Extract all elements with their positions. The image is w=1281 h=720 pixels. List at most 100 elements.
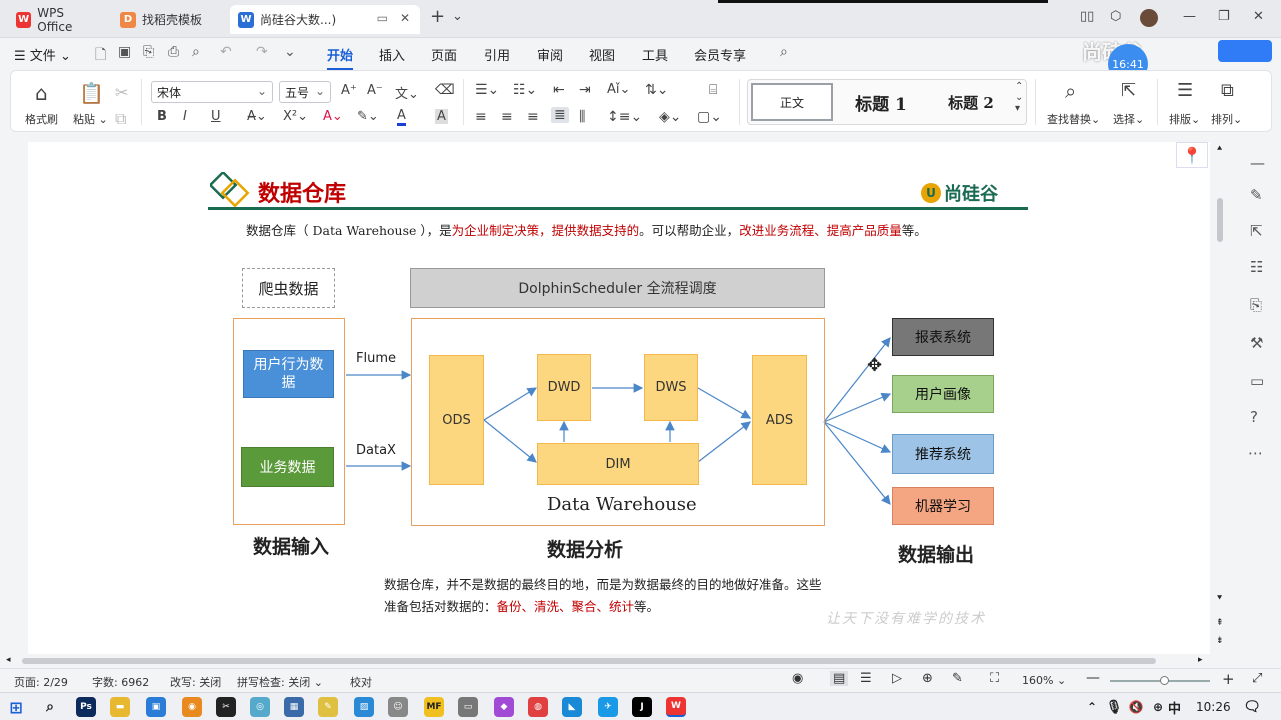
h-scroll-thumb[interactable]	[22, 658, 1156, 664]
blender-icon[interactable]: ◉	[182, 697, 202, 717]
document-page[interactable]: 数据仓库 U 尚硅谷 数据仓库（ Data Warehouse ），是为企业制定…	[28, 142, 1210, 654]
paste-icon[interactable]: 📋	[79, 81, 104, 105]
page-indicator[interactable]: 页面: 2/29	[14, 674, 68, 690]
purple-app-icon[interactable]: ◆	[494, 697, 514, 717]
share-link-icon[interactable]: ⎘	[143, 44, 154, 60]
more-chevron-icon[interactable]: ⌄	[284, 44, 296, 60]
blue-app-icon[interactable]: ◣	[562, 697, 582, 717]
chevron-down-icon[interactable]: ⌄	[452, 9, 463, 24]
page-view-icon[interactable]: ▤	[830, 671, 849, 686]
sliders-icon[interactable]: ☷	[1250, 258, 1263, 276]
scroll-down-icon[interactable]: ⯆	[1216, 594, 1223, 604]
clock[interactable]: 10:26	[1196, 697, 1231, 717]
layout-icon[interactable]: ▯▯	[1080, 9, 1094, 24]
char-shading-icon[interactable]: A	[435, 109, 448, 124]
more-icon[interactable]: ⋯	[1248, 444, 1263, 462]
volume-muted-icon[interactable]: 🔇	[1126, 697, 1146, 717]
fit-screen-icon[interactable]: ⛶	[990, 671, 999, 686]
menu-tools[interactable]: 工具	[642, 45, 668, 64]
style-heading-1[interactable]: 标题 1	[841, 83, 921, 121]
print-icon[interactable]: ⎙	[168, 44, 179, 60]
play-icon[interactable]: ▷	[892, 671, 902, 686]
increase-indent-icon[interactable]: ⇥	[579, 82, 591, 98]
notifications-icon[interactable]: 🗨	[1242, 697, 1262, 717]
image-tool-icon[interactable]: ⎘	[1250, 296, 1262, 314]
superscript-icon[interactable]: X²⌄	[283, 109, 308, 124]
microphone-icon[interactable]: 🎙	[1104, 697, 1124, 717]
page-up-icon[interactable]: ⇞	[1216, 618, 1224, 628]
spell-check[interactable]: 拼写检查: 关闭 ⌄	[237, 674, 323, 690]
chrome-icon[interactable]: ◍	[528, 697, 548, 717]
mf-app-icon[interactable]: MF	[424, 697, 444, 717]
collapse-icon[interactable]: —	[1250, 154, 1265, 172]
tools-icon[interactable]: ⚒	[1250, 334, 1263, 352]
zoom-out-icon[interactable]: —	[1086, 670, 1100, 686]
zoom-level[interactable]: 160% ⌄	[1022, 674, 1066, 687]
fullscreen-icon[interactable]: ⤢	[1252, 671, 1262, 686]
select-button[interactable]: 选择⌄	[1113, 111, 1144, 127]
bullet-list-icon[interactable]: ☰⌄	[475, 82, 499, 98]
wps-taskbar-icon[interactable]: W	[666, 697, 686, 717]
clear-format-icon[interactable]: ⌫	[435, 82, 455, 98]
capcut-icon[interactable]: ✂	[216, 697, 236, 717]
font-name-select[interactable]: 宋体 ⌄	[151, 81, 273, 103]
proofread[interactable]: 校对	[350, 674, 372, 690]
align-right-icon[interactable]: ≡	[527, 109, 539, 125]
highlight-icon[interactable]: ✎⌄	[357, 109, 379, 124]
show-marks-icon[interactable]: ⌸	[709, 82, 717, 98]
print-preview-icon[interactable]: ⌕	[192, 44, 200, 60]
scroll-thumb[interactable]	[1217, 198, 1223, 242]
scroll-left-icon[interactable]: ◂	[6, 655, 11, 665]
photoshop-icon[interactable]: Ps	[76, 697, 96, 717]
word-count[interactable]: 字数: 6962	[92, 674, 149, 690]
find-replace-button[interactable]: 查找替换⌄	[1047, 111, 1100, 127]
tray-chevron-icon[interactable]: ⌃	[1082, 697, 1102, 717]
help-icon[interactable]: ?	[1250, 408, 1258, 426]
find-replace-icon[interactable]: ⌕	[1065, 79, 1076, 103]
close-tab-icon[interactable]: ✕	[400, 11, 410, 25]
menu-member[interactable]: 会员专享	[694, 45, 746, 64]
outline-view-icon[interactable]: ☰	[860, 671, 872, 686]
numbered-list-icon[interactable]: ☷⌄	[513, 82, 537, 98]
network-icon[interactable]: ⊕	[1148, 697, 1168, 717]
shading-icon[interactable]: ◈⌄	[659, 109, 682, 125]
zoom-slider-thumb[interactable]	[1160, 676, 1169, 685]
menu-insert[interactable]: 插入	[379, 45, 405, 64]
app-icon[interactable]: ▣	[146, 697, 166, 717]
justify-icon[interactable]: ≣	[551, 107, 569, 123]
windows-start-icon[interactable]: ⊞	[6, 697, 26, 717]
reader-icon[interactable]: ▭	[1250, 372, 1264, 390]
horizontal-scrollbar[interactable]: ◂ ▸	[0, 654, 1214, 668]
jetbrains-icon[interactable]: J	[632, 697, 652, 717]
overwrite-mode[interactable]: 改写: 关闭	[170, 674, 221, 690]
format-painter-icon[interactable]: ⌂	[35, 81, 48, 105]
restore-icon[interactable]: ❐	[1218, 9, 1230, 24]
search-icon[interactable]: ⌕	[780, 44, 788, 60]
new-doc-icon[interactable]: 🗋	[95, 44, 106, 68]
write-mode-icon[interactable]: ✎	[952, 671, 963, 686]
file-menu[interactable]: ☰ 文件 ⌄	[14, 45, 71, 64]
hook-app-icon[interactable]: ◎	[250, 697, 270, 717]
layout-text-icon[interactable]: ☰	[1177, 80, 1193, 101]
arrange-button[interactable]: 排列⌄	[1211, 111, 1242, 127]
decrease-indent-icon[interactable]: ⇤	[553, 82, 565, 98]
distribute-icon[interactable]: ⫼	[579, 109, 585, 125]
location-pin-icon[interactable]: 📍	[1176, 142, 1208, 168]
format-painter-button[interactable]: 格式刷	[25, 111, 58, 127]
vm-icon[interactable]: ▦	[284, 697, 304, 717]
menu-view[interactable]: 视图	[589, 45, 615, 64]
grow-font-icon[interactable]: A⁺	[341, 83, 357, 98]
pointer-icon[interactable]: ⇱	[1250, 222, 1263, 240]
share-button[interactable]	[1218, 40, 1272, 62]
file-explorer-icon[interactable]: ▬	[110, 697, 130, 717]
notes-icon[interactable]: ✎	[318, 697, 338, 717]
minimize-icon[interactable]: —	[1183, 9, 1196, 24]
menu-review[interactable]: 审阅	[537, 45, 563, 64]
bold-button[interactable]: B	[157, 109, 167, 124]
web-view-icon[interactable]: ⊕	[922, 671, 933, 686]
avatar[interactable]	[1140, 9, 1158, 27]
style-normal[interactable]: 正文	[751, 83, 833, 121]
page-down-icon[interactable]: ⇟	[1216, 636, 1224, 646]
tab-document[interactable]: W 尚硅谷大数...) ▭ ✕	[230, 5, 420, 34]
photos-icon[interactable]: ▨	[354, 697, 374, 717]
